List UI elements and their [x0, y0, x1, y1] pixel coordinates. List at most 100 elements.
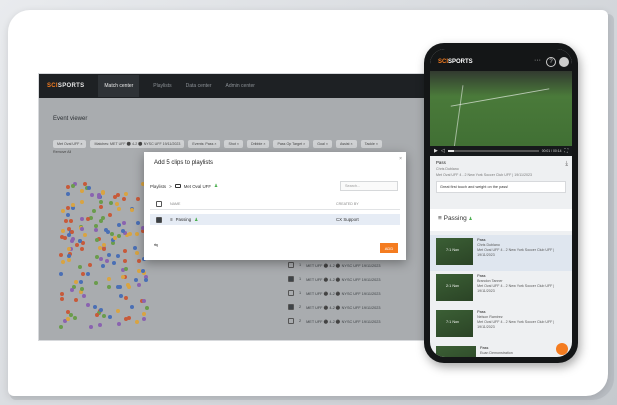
event-dot[interactable]	[99, 205, 103, 209]
event-dot[interactable]	[108, 213, 112, 217]
event-dot[interactable]	[66, 192, 70, 196]
event-dot[interactable]	[117, 234, 121, 238]
event-dot[interactable]	[99, 257, 103, 261]
event-row[interactable]: 1 MET UFF ⚫ 4-2 ⚫ NYSC UFF 19/11/2023	[284, 286, 429, 300]
chat-button[interactable]	[556, 343, 568, 355]
event-dot[interactable]	[116, 285, 120, 289]
event-dot[interactable]	[104, 228, 108, 232]
event-dot[interactable]	[124, 296, 128, 300]
link-icon[interactable]: ⇋	[154, 243, 158, 249]
event-dot[interactable]	[97, 193, 101, 197]
event-dot[interactable]	[99, 200, 103, 204]
event-dot[interactable]	[86, 303, 90, 307]
event-dot[interactable]	[107, 253, 111, 257]
event-dot[interactable]	[66, 185, 70, 189]
close-icon[interactable]: ×	[399, 156, 402, 162]
event-dot[interactable]	[142, 312, 146, 316]
event-dot[interactable]	[61, 260, 65, 264]
search-input[interactable]: Search...	[340, 181, 398, 191]
event-dot[interactable]	[86, 217, 90, 221]
event-dot[interactable]	[142, 299, 146, 303]
event-dot[interactable]	[108, 315, 112, 319]
event-dot[interactable]	[142, 317, 146, 321]
breadcrumb-playlists[interactable]: Playlists	[150, 184, 166, 189]
event-dot[interactable]	[89, 325, 93, 329]
event-dot[interactable]	[136, 197, 140, 201]
event-checkbox[interactable]	[288, 262, 294, 268]
event-dot[interactable]	[101, 191, 105, 195]
event-dot[interactable]	[61, 209, 65, 213]
event-dot[interactable]	[133, 246, 137, 250]
event-dot[interactable]	[137, 259, 141, 263]
event-dot[interactable]	[67, 254, 71, 258]
event-dot[interactable]	[115, 202, 119, 206]
event-dot[interactable]	[83, 233, 87, 237]
event-dot[interactable]	[116, 254, 120, 258]
event-dot[interactable]	[59, 272, 63, 276]
event-dot[interactable]	[121, 229, 125, 233]
event-dot[interactable]	[102, 314, 106, 318]
event-dot[interactable]	[81, 272, 85, 276]
event-row[interactable]: 2 MET UFF ⚫ 4-2 ⚫ NYSC UFF 19/11/2023	[284, 300, 429, 314]
filter-chip[interactable]: Met Oval UFF ×	[53, 140, 87, 148]
event-dot[interactable]	[99, 308, 103, 312]
event-dot[interactable]	[63, 236, 67, 240]
event-checkbox[interactable]	[288, 304, 294, 310]
event-dot[interactable]	[64, 219, 68, 223]
event-dot[interactable]	[134, 278, 138, 282]
filter-chip[interactable]: Matches: MET UFF ⚫ 4-2 ⚫ NYSC UFF 19/11/…	[90, 140, 185, 148]
event-dot[interactable]	[119, 294, 123, 298]
event-dot[interactable]	[124, 192, 128, 196]
event-dot[interactable]	[83, 182, 87, 186]
play-icon[interactable]: ▶	[434, 148, 438, 154]
event-dot[interactable]	[59, 325, 63, 329]
event-dot[interactable]	[80, 200, 84, 204]
event-dot[interactable]	[86, 272, 90, 276]
breadcrumb-folder[interactable]: Met Oval UFF	[184, 184, 211, 189]
event-dot[interactable]	[117, 223, 121, 227]
event-dot[interactable]	[144, 278, 148, 282]
filter-chip[interactable]: Events: Pass ×	[188, 140, 221, 148]
event-dot[interactable]	[67, 247, 71, 251]
event-dot[interactable]	[117, 207, 121, 211]
mute-icon[interactable]: ◁	[441, 148, 445, 154]
event-dot[interactable]	[59, 253, 63, 257]
event-dot[interactable]	[107, 285, 111, 289]
event-dot[interactable]	[99, 219, 103, 223]
event-row[interactable]: 1 MET UFF ⚫ 4-2 ⚫ NYSC UFF 19/11/2023	[284, 272, 429, 286]
event-dot[interactable]	[102, 247, 106, 251]
nav-item-data-center[interactable]: Data center	[186, 83, 212, 89]
event-dot[interactable]	[74, 298, 78, 302]
event-dot[interactable]	[79, 280, 83, 284]
event-dot[interactable]	[78, 239, 82, 243]
remove-all-link[interactable]: Remove All	[53, 150, 71, 154]
filter-chip[interactable]: Pass Op Target ×	[273, 140, 310, 148]
filter-chip[interactable]: Shot ×	[224, 140, 243, 148]
event-dot[interactable]	[121, 275, 125, 279]
event-dot[interactable]	[87, 186, 91, 190]
event-dot[interactable]	[141, 269, 145, 273]
event-dot[interactable]	[71, 203, 75, 207]
list-item[interactable]: 2:1 Nov Pass Brandon Tanner Met Oval UFF…	[430, 271, 572, 307]
nav-item-match-center[interactable]: Match center	[98, 75, 140, 97]
event-dot[interactable]	[67, 258, 71, 262]
add-button[interactable]: ADD	[380, 243, 398, 253]
event-dot[interactable]	[69, 219, 73, 223]
event-dot[interactable]	[74, 280, 78, 284]
event-row[interactable]: 1 MET UFF ⚫ 4-2 ⚫ NYSC UFF 19/11/2023	[284, 258, 429, 272]
event-dot[interactable]	[60, 292, 64, 296]
event-dot[interactable]	[116, 309, 120, 313]
brand-logo[interactable]: SCISPORTS	[47, 83, 84, 89]
event-dot[interactable]	[135, 320, 139, 324]
filter-chip[interactable]: Dribble ×	[246, 140, 270, 148]
event-dot[interactable]	[94, 228, 98, 232]
event-dot[interactable]	[130, 208, 134, 212]
list-item[interactable]: 7:1 Nov Pass Chris Dublano Met Oval UFF …	[430, 235, 572, 271]
table-row[interactable]: ≡ Passing ♟ CX Support	[150, 214, 400, 225]
event-dot[interactable]	[66, 213, 70, 217]
event-dot[interactable]	[137, 283, 141, 287]
event-dot[interactable]	[122, 197, 126, 201]
clip-comment[interactable]: Great first touch and weight on the pass…	[436, 181, 566, 193]
scrubber[interactable]	[447, 150, 539, 152]
event-dot[interactable]	[71, 184, 75, 188]
